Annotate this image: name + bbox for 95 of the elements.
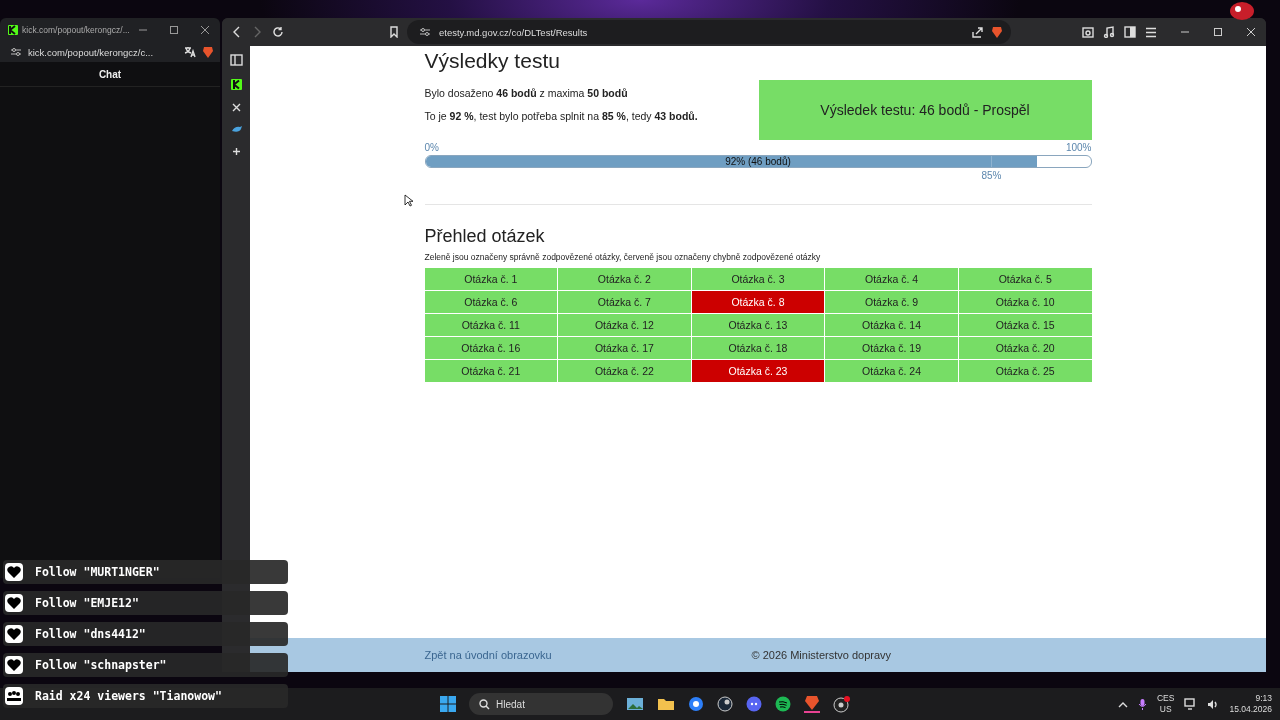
- close-icon[interactable]: [200, 25, 210, 35]
- scale-label: 100%: [1065, 142, 1092, 153]
- sticker-icon: [1230, 2, 1254, 20]
- question-link[interactable]: Otázka č. 9: [825, 291, 958, 313]
- heart-icon: [5, 656, 23, 674]
- menu-icon[interactable]: [1145, 26, 1157, 38]
- question-link[interactable]: Otázka č. 23: [691, 360, 825, 382]
- question-link[interactable]: Otázka č. 1: [424, 268, 558, 290]
- network-icon[interactable]: [1184, 698, 1198, 710]
- summary-text: Bylo dosaženo 46 bodů z maxima 50 bodů: [424, 87, 629, 99]
- window-title: kick.com/popout/kerongcz/...: [22, 25, 131, 35]
- clock-date: 15.04.2026: [1229, 704, 1272, 715]
- question-link[interactable]: Otázka č. 17: [558, 337, 691, 359]
- question-link[interactable]: Otázka č. 4: [825, 268, 958, 290]
- question-link[interactable]: Otázka č. 11: [424, 314, 558, 336]
- sidebar-toggle-icon[interactable]: [1124, 26, 1136, 38]
- clock-time: 9:13: [1255, 693, 1272, 704]
- chat-header: Chat: [0, 62, 220, 87]
- address-bar[interactable]: etesty.md.gov.cz/co/DLTest/Results: [407, 20, 1011, 44]
- alert-text: Follow "MURT1NGER": [35, 565, 160, 579]
- alert-text: Follow "schnapster": [35, 658, 167, 672]
- question-link[interactable]: Otázka č. 24: [825, 360, 958, 382]
- question-link[interactable]: Otázka č. 15: [958, 314, 1092, 336]
- alert-text: Raid x24 viewers "Tianowow": [35, 689, 222, 703]
- question-link[interactable]: Otázka č. 10: [958, 291, 1092, 313]
- search-field[interactable]: Hledat: [469, 693, 613, 715]
- spotify-icon[interactable]: [775, 696, 791, 712]
- bookmark-icon[interactable]: [389, 26, 399, 38]
- alert-text: Follow "dns4412": [35, 627, 146, 641]
- question-link[interactable]: Otázka č. 8: [691, 291, 825, 313]
- question-link[interactable]: Otázka č. 13: [691, 314, 825, 336]
- record-app-icon[interactable]: [833, 695, 851, 713]
- back-link[interactable]: Zpět na úvodní obrazovku: [424, 649, 752, 661]
- back-icon[interactable]: [232, 26, 242, 38]
- sidebar-panel-icon[interactable]: [229, 54, 243, 66]
- picture-icon[interactable]: [626, 697, 644, 711]
- maximize-icon[interactable]: [1213, 27, 1223, 37]
- close-icon[interactable]: [1246, 27, 1256, 37]
- page-heading: Výsledky testu: [424, 49, 561, 74]
- heart-icon: [5, 563, 23, 581]
- question-link[interactable]: Otázka č. 14: [825, 314, 958, 336]
- translate-icon[interactable]: [184, 46, 196, 58]
- mouse-cursor-icon: [404, 194, 413, 207]
- question-link[interactable]: Otázka č. 7: [558, 291, 691, 313]
- copyright-text: © 2026 Ministerstvo dopravy: [751, 649, 892, 661]
- question-link[interactable]: Otázka č. 20: [958, 337, 1092, 359]
- question-link[interactable]: Otázka č. 16: [424, 337, 558, 359]
- bird-icon[interactable]: [230, 125, 242, 134]
- screenshot-icon[interactable]: [1082, 26, 1094, 38]
- question-link[interactable]: Otázka č. 18: [691, 337, 825, 359]
- add-icon[interactable]: [231, 147, 241, 156]
- group-icon: [5, 687, 23, 705]
- question-link[interactable]: Otázka č. 5: [958, 268, 1092, 290]
- start-icon[interactable]: [440, 696, 456, 712]
- microphone-icon[interactable]: [1137, 697, 1147, 711]
- search-input[interactable]: Hledat: [496, 696, 606, 712]
- steam-icon[interactable]: [717, 696, 733, 712]
- question-link[interactable]: Otázka č. 12: [558, 314, 691, 336]
- app-icon[interactable]: [688, 696, 704, 712]
- discord-icon[interactable]: [746, 696, 762, 712]
- alert-text: Follow "EMJE12": [35, 596, 139, 610]
- kick-logo-icon[interactable]: [230, 79, 242, 90]
- address-text[interactable]: etesty.md.gov.cz/co/DLTest/Results: [439, 26, 588, 38]
- summary-text: To je 92 %, test bylo potřeba splnit na 85 %, tedy 43 bodů.: [424, 110, 698, 122]
- question-link[interactable]: Otázka č. 2: [558, 268, 691, 290]
- result-banner: Výsledek testu: 46 bodů - Prospěl: [758, 80, 1092, 140]
- maximize-icon[interactable]: [169, 25, 179, 35]
- question-link[interactable]: Otázka č. 3: [691, 268, 825, 290]
- input-language[interactable]: CES US: [1156, 693, 1175, 715]
- tune-icon[interactable]: [10, 47, 22, 57]
- question-link[interactable]: Otázka č. 22: [558, 360, 691, 382]
- chevron-up-icon[interactable]: [1117, 700, 1128, 708]
- reload-icon[interactable]: [272, 26, 284, 38]
- progress-label: 92% (46 bodů): [724, 156, 792, 167]
- question-link[interactable]: Otázka č. 21: [424, 360, 558, 382]
- share-icon[interactable]: [971, 26, 983, 38]
- clock[interactable]: 9:13 15.04.2026: [1229, 693, 1272, 715]
- kick-logo-icon: [8, 25, 18, 35]
- threshold-label: 85%: [981, 170, 1002, 181]
- section-heading: Přehled otázek: [424, 226, 546, 247]
- legend-text: Zeleně jsou označeny správně zodpovězené otázky, červeně jsou označeny chybně zodpovězené otázky: [424, 252, 822, 262]
- question-link[interactable]: Otázka č. 19: [825, 337, 958, 359]
- heart-icon: [5, 625, 23, 643]
- layout-code: US: [1159, 704, 1172, 715]
- scale-label: 0%: [424, 142, 439, 153]
- search-icon: [479, 698, 490, 710]
- language-code: CES: [1156, 693, 1175, 704]
- question-link[interactable]: Otázka č. 25: [958, 360, 1092, 382]
- forward-icon[interactable]: [252, 26, 262, 38]
- heart-icon: [5, 594, 23, 612]
- music-icon[interactable]: [1103, 26, 1115, 38]
- tune-icon[interactable]: [419, 27, 431, 37]
- question-link[interactable]: Otázka č. 6: [424, 291, 558, 313]
- folder-icon[interactable]: [657, 697, 675, 711]
- speaker-icon[interactable]: [1207, 698, 1220, 710]
